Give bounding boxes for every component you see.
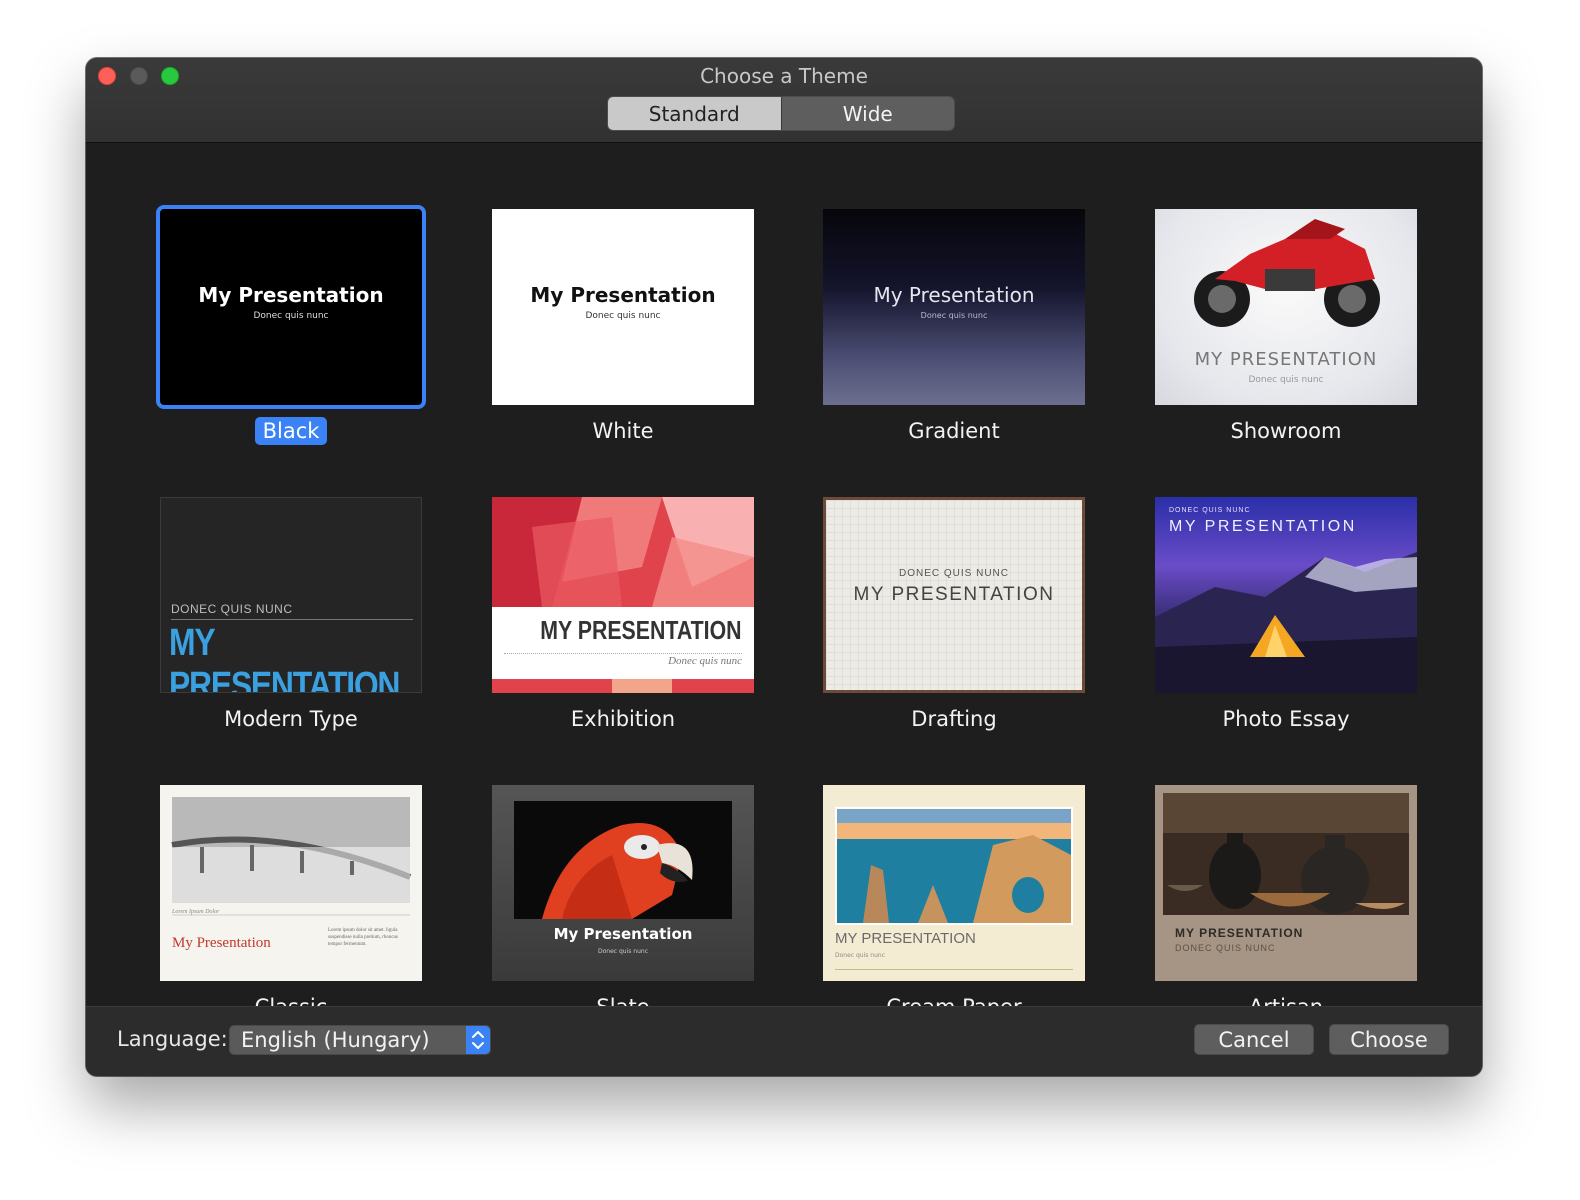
language-popup-button[interactable]: English (Hungary) xyxy=(229,1025,491,1055)
theme-thumbnail: My Presentation Donec quis nunc xyxy=(156,205,426,409)
theme-thumbnail: Lorem Ipsum Dolor My Presentation Lorem … xyxy=(160,785,422,981)
slide-title: MY PRESENTATION xyxy=(169,622,400,693)
slide-title: My Presentation xyxy=(553,925,693,943)
theme-thumbnail: My Presentation Donec quis nunc xyxy=(492,209,754,405)
theme-label: Exhibition xyxy=(570,707,676,731)
theme-thumbnail: DONEC QUIS NUNC MY PRESENTATION xyxy=(823,497,1085,693)
theme-thumbnail: MY PRESENTATION DONEC QUIS NUNC xyxy=(1155,785,1417,981)
theme-chooser-window: Choose a Theme Standard Wide My Presenta… xyxy=(86,58,1482,1076)
slide-title: MY PRESENTATION xyxy=(540,615,742,645)
slide-title: MY PRESENTATION xyxy=(1175,926,1304,940)
theme-label: White xyxy=(592,419,654,443)
theme-thumbnail: My Presentation Donec quis nunc xyxy=(492,785,754,981)
theme-label: Showroom xyxy=(1230,419,1342,443)
slide-title: My Presentation xyxy=(198,283,384,307)
slide-subtitle: Donec quis nunc xyxy=(253,311,329,321)
slide-subtitle: Lorem Ipsum Dolor xyxy=(172,909,220,915)
slide-title: My Presentation xyxy=(873,283,1035,307)
slide-subtitle: DONEC QUIS NUNC xyxy=(898,568,1009,579)
slide-title: MY PRESENTATION xyxy=(853,584,1055,605)
theme-thumbnail: MY PRESENTATION Donec quis nunc xyxy=(823,785,1085,981)
slide-subtitle: Donec quis nunc xyxy=(597,948,648,955)
motorcycle-image xyxy=(1194,219,1380,327)
theme-thumbnail: My Presentation Donec quis nunc xyxy=(823,209,1085,405)
slide-title: MY PRESENTATION xyxy=(1194,349,1378,370)
window-title: Choose a Theme xyxy=(700,64,868,88)
slide-subtitle: DONEC QUIS NUNC xyxy=(1169,507,1251,514)
slide-subtitle: Donec quis nunc xyxy=(585,311,661,321)
title-bar: Choose a Theme Standard Wide xyxy=(86,58,1482,143)
slide-subtitle: Donec quis nunc xyxy=(835,952,886,959)
language-label: Language: xyxy=(117,1027,228,1051)
slide-title: MY PRESENTATION xyxy=(1169,518,1357,535)
theme-label: Gradient xyxy=(908,419,1000,443)
theme-label: Drafting xyxy=(911,707,997,731)
divider xyxy=(835,969,1073,970)
language-value: English (Hungary) xyxy=(241,1028,430,1052)
theme-thumbnail: DONEC QUIS NUNC MY PRESENTATION xyxy=(1155,497,1417,693)
theme-thumbnail: DONEC QUIS NUNC MY PRESENTATION xyxy=(160,497,422,693)
wide-segment[interactable]: Wide xyxy=(780,97,954,130)
slide-subtitle: Donec quis nunc xyxy=(1248,375,1324,385)
cancel-button[interactable]: Cancel xyxy=(1194,1024,1314,1055)
theme-thumbnail: MY PRESENTATION Donec quis nunc xyxy=(492,497,754,693)
chevron-up-down-icon xyxy=(466,1026,490,1054)
dialog-footer: Language: English (Hungary) Cancel Choos… xyxy=(86,1006,1482,1076)
standard-segment[interactable]: Standard xyxy=(608,97,781,130)
divider xyxy=(171,619,413,620)
theme-thumbnail: MY PRESENTATION Donec quis nunc xyxy=(1155,209,1417,405)
aspect-ratio-segmented-control: Standard Wide xyxy=(607,96,955,131)
slide-subtitle: Donec quis nunc xyxy=(920,311,988,320)
choose-button[interactable]: Choose xyxy=(1329,1024,1449,1055)
theme-label: Modern Type xyxy=(224,707,358,731)
slide-title: MY PRESENTATION xyxy=(835,930,976,947)
slide-subtitle: DONEC QUIS NUNC xyxy=(1175,943,1276,953)
slide-title: My Presentation xyxy=(172,935,271,951)
slide-title: My Presentation xyxy=(530,283,716,307)
theme-label: Photo Essay xyxy=(1222,707,1350,731)
slide-body: Lorem ipsum dolor sit amet. ligula suspe… xyxy=(328,928,398,947)
slide-subtitle: Donec quis nunc xyxy=(668,655,742,667)
slide-subtitle: DONEC QUIS NUNC xyxy=(171,602,293,616)
theme-label: Black xyxy=(160,417,422,445)
theme-grid: My Presentation Donec quis nunc Black My… xyxy=(86,143,1482,1007)
